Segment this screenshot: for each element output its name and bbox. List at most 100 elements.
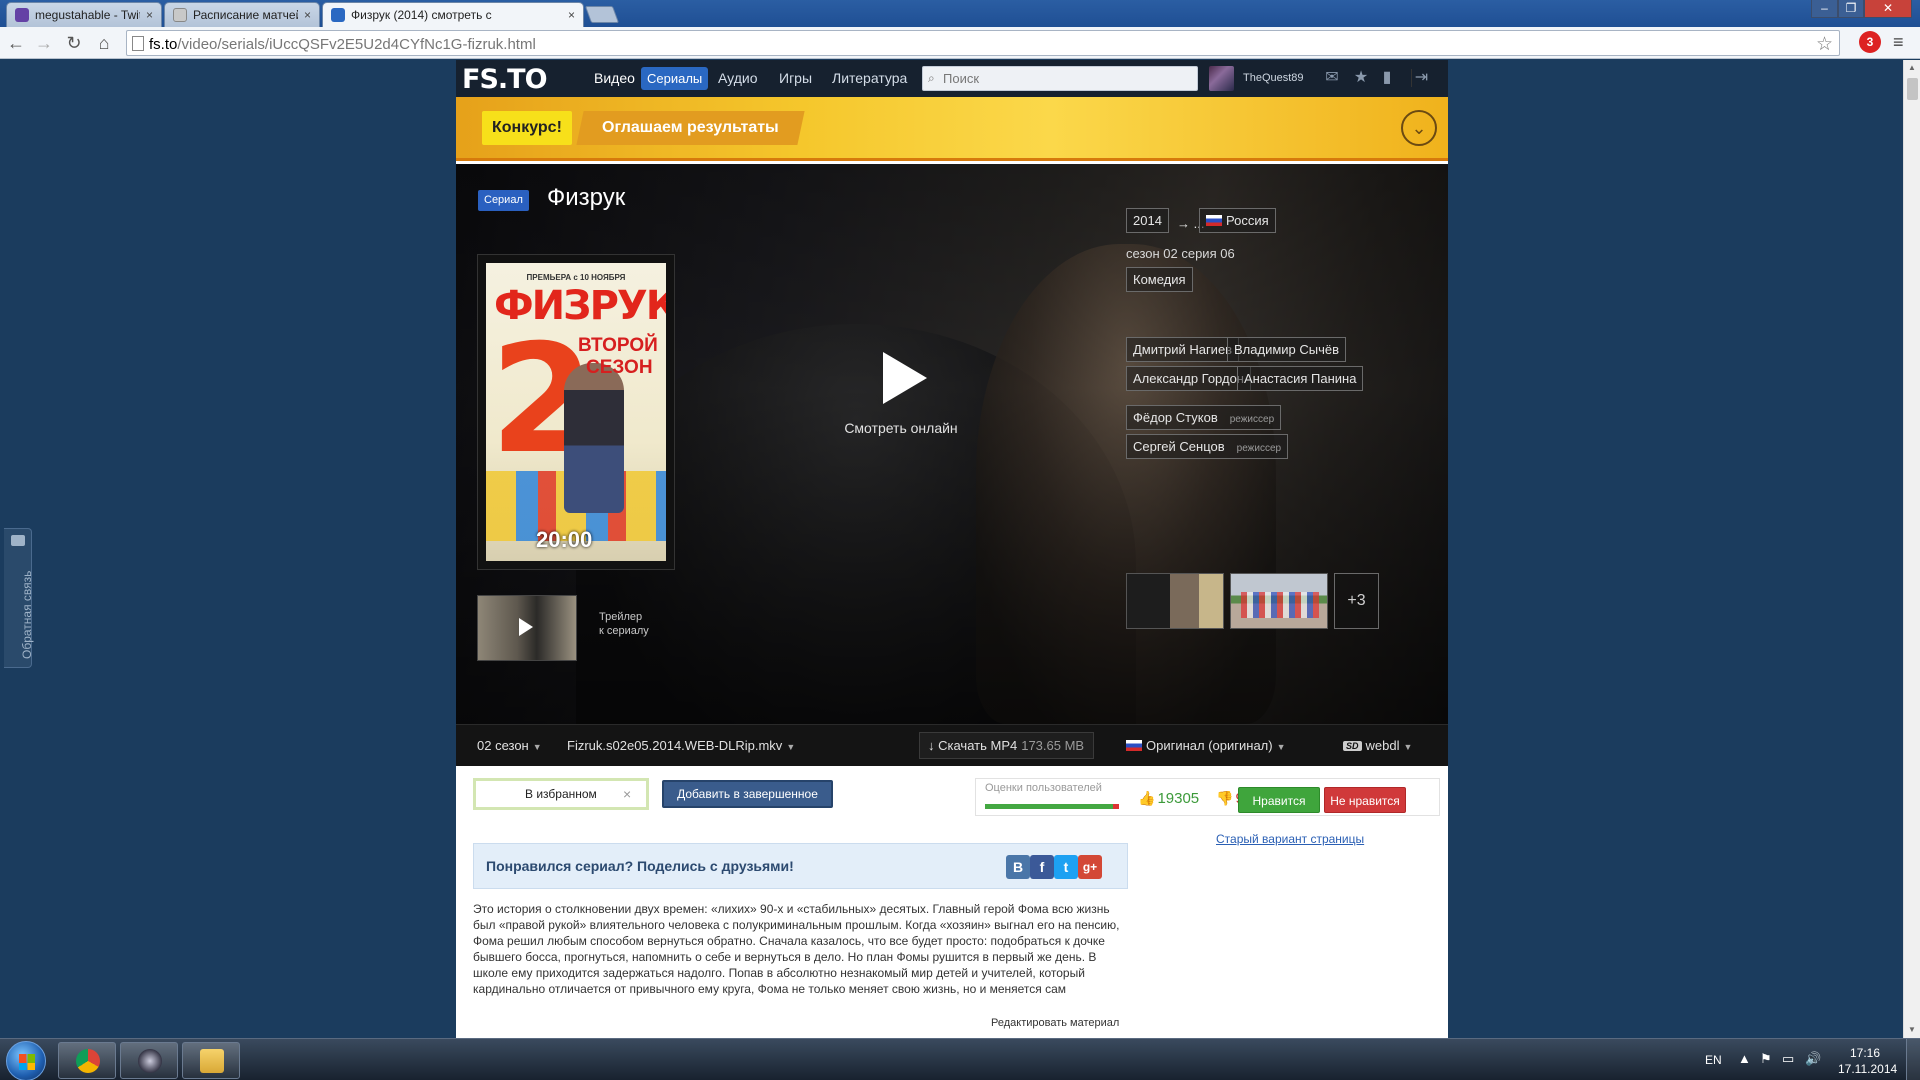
poster-image: ПРЕМЬЕРА с 10 НОЯБРЯ 2 ФИЗРУК ВТОРОЙ СЕЗ…: [486, 263, 666, 561]
trailer-label[interactable]: Трейлер к сериалу: [599, 610, 679, 638]
director-tag[interactable]: Фёдор Стуков режиссер: [1126, 405, 1282, 430]
contest-banner[interactable]: Конкурс! Оглашаем результаты ⌄: [456, 97, 1448, 161]
taskbar-app[interactable]: [120, 1042, 178, 1079]
watch-online-label[interactable]: Смотреть онлайн: [796, 420, 1006, 436]
home-icon[interactable]: ⌂: [92, 31, 116, 55]
close-window-button[interactable]: ✕: [1864, 0, 1912, 18]
page-scrollbar[interactable]: ▲ ▼: [1903, 60, 1920, 1038]
edit-material-link[interactable]: Редактировать материал: [991, 1017, 1119, 1029]
quality-dropdown[interactable]: SD webdl ▼: [1343, 738, 1412, 753]
like-button[interactable]: Нравится: [1238, 787, 1320, 813]
favorites-star-icon[interactable]: ★: [1351, 69, 1371, 87]
tab-close-icon[interactable]: ×: [304, 8, 311, 22]
tab-close-icon[interactable]: ×: [568, 8, 575, 22]
play-icon[interactable]: [883, 352, 927, 404]
browser-menu-icon[interactable]: ≡: [1893, 32, 1909, 52]
volume-icon[interactable]: 🔊: [1805, 1051, 1821, 1067]
download-arrow-icon: ↓: [928, 738, 939, 753]
scroll-down-icon[interactable]: ▼: [1904, 1022, 1920, 1038]
thumbs-up-icon: 👍: [1138, 790, 1156, 806]
country-tag[interactable]: Россия: [1199, 208, 1276, 233]
tray-expand-icon[interactable]: ▲: [1738, 1051, 1751, 1066]
add-finished-button[interactable]: Добавить в завершенное: [662, 780, 833, 808]
remove-favorite-icon[interactable]: ×: [623, 781, 631, 807]
russia-flag-icon: [1126, 740, 1142, 751]
clock-time[interactable]: 17:16: [1850, 1046, 1880, 1060]
nav-video[interactable]: Видео: [594, 70, 635, 86]
taskbar-explorer[interactable]: [182, 1042, 240, 1079]
new-tab-button[interactable]: [584, 6, 620, 23]
screenshot-thumbnail[interactable]: [1126, 573, 1224, 629]
action-center-flag-icon[interactable]: ⚑: [1760, 1051, 1772, 1067]
director-tag[interactable]: Сергей Сенцов режиссер: [1126, 434, 1289, 459]
type-badge[interactable]: Сериал: [478, 190, 529, 211]
screenshot-thumbnail[interactable]: [1230, 573, 1328, 629]
page-icon: [132, 36, 144, 51]
audio-track-dropdown[interactable]: Оригинал (оригинал) ▼: [1126, 738, 1286, 753]
restore-button[interactable]: ❐: [1838, 0, 1864, 18]
feedback-label: Обратная связь: [20, 570, 34, 659]
nav-games[interactable]: Игры: [779, 70, 812, 86]
search-input[interactable]: Поиск: [922, 66, 1198, 91]
minimize-button[interactable]: –: [1811, 0, 1838, 18]
username[interactable]: TheQuest89: [1243, 72, 1304, 84]
more-screenshots-button[interactable]: +3: [1334, 573, 1379, 629]
favorite-button[interactable]: В избранном ×: [473, 778, 649, 810]
network-icon[interactable]: ▭: [1782, 1051, 1794, 1067]
poster[interactable]: ПРЕМЬЕРА с 10 НОЯБРЯ 2 ФИЗРУК ВТОРОЙ СЕЗ…: [477, 254, 675, 570]
genre-tag[interactable]: Комедия: [1126, 267, 1193, 292]
actor-tag[interactable]: Владимир Сычёв: [1227, 337, 1347, 362]
facebook-icon[interactable]: f: [1030, 855, 1054, 879]
bookmark-star-icon[interactable]: ☆: [1816, 33, 1833, 56]
mail-icon[interactable]: ✉: [1322, 69, 1342, 87]
feedback-tab[interactable]: Обратная связь: [4, 528, 34, 668]
nav-audio[interactable]: Аудио: [718, 70, 758, 86]
site-logo[interactable]: FS.TO: [462, 64, 548, 95]
back-arrow-icon[interactable]: ←: [4, 31, 28, 55]
scrollbar-thumb[interactable]: [1907, 78, 1918, 100]
input-language[interactable]: EN: [1705, 1053, 1722, 1067]
chevron-down-icon[interactable]: ⌄: [1401, 110, 1437, 146]
year-tag[interactable]: 2014: [1126, 208, 1169, 233]
site-header: FS.TO Видео Сериалы Аудио Игры Литератур…: [456, 60, 1448, 97]
adblock-icon[interactable]: 3: [1859, 31, 1881, 53]
clock-date[interactable]: 17.11.2014: [1838, 1062, 1897, 1076]
scroll-up-icon[interactable]: ▲: [1904, 60, 1920, 76]
old-version-link[interactable]: Старый вариант страницы: [1216, 832, 1364, 846]
forward-arrow-icon[interactable]: →: [32, 31, 56, 55]
download-mp4-button[interactable]: ↓ Скачать MP4 173.65 MB: [919, 732, 1094, 759]
likes-count: 👍 19305: [1138, 790, 1200, 807]
actor-tag[interactable]: Александр Гордон: [1126, 366, 1251, 391]
twitch-favicon-icon: [15, 8, 29, 22]
windows-start-icon[interactable]: [6, 1041, 46, 1080]
user-avatar[interactable]: [1209, 66, 1234, 91]
contest-label[interactable]: Конкурс!: [482, 111, 572, 145]
reload-icon[interactable]: ↻: [62, 31, 86, 55]
logout-icon[interactable]: ⇥: [1411, 69, 1431, 87]
google-plus-icon[interactable]: g+: [1078, 855, 1102, 879]
dislike-button[interactable]: Не нравится: [1324, 787, 1406, 813]
search-icon: ⌕: [928, 71, 935, 85]
address-bar[interactable]: fs.to/video/serials/iUccQSFv2E5U2d4CYfNc…: [126, 30, 1840, 56]
browser-tab-fizruk[interactable]: Физрук (2014) смотреть с ×: [322, 2, 584, 27]
twitter-icon[interactable]: t: [1054, 855, 1078, 879]
tab-close-icon[interactable]: ×: [146, 8, 153, 22]
nav-serials[interactable]: Сериалы: [641, 67, 709, 90]
trailer-thumbnail[interactable]: [477, 595, 577, 661]
contest-results-button[interactable]: Оглашаем результаты: [576, 111, 805, 145]
poster-premiere: ПРЕМЬЕРА с 10 НОЯБРЯ: [526, 273, 626, 282]
taskbar-chrome[interactable]: [58, 1042, 116, 1079]
bookmark-icon[interactable]: ▮: [1377, 69, 1397, 87]
actor-tag[interactable]: Анастасия Панина: [1237, 366, 1364, 391]
browser-tab-schedule[interactable]: Расписание матчей 12 и ×: [164, 2, 320, 27]
file-dropdown[interactable]: Fizruk.s02e05.2014.WEB-DLRip.mkv ▼: [567, 738, 795, 753]
nav-literature[interactable]: Литература: [832, 70, 907, 86]
tab-title: Расписание матчей 12 и: [193, 8, 298, 22]
vk-icon[interactable]: В: [1006, 855, 1030, 879]
show-desktop-button[interactable]: [1906, 1039, 1920, 1080]
browser-tab-twitch[interactable]: megustahable - Twitch ×: [6, 2, 162, 27]
chrome-icon: [76, 1049, 100, 1073]
browser-toolbar: ← → ↻ ⌂ fs.to/video/serials/iUccQSFv2E5U…: [0, 27, 1920, 59]
actor-tag[interactable]: Дмитрий Нагиев: [1126, 337, 1240, 362]
season-dropdown[interactable]: 02 сезон ▼: [477, 738, 542, 753]
